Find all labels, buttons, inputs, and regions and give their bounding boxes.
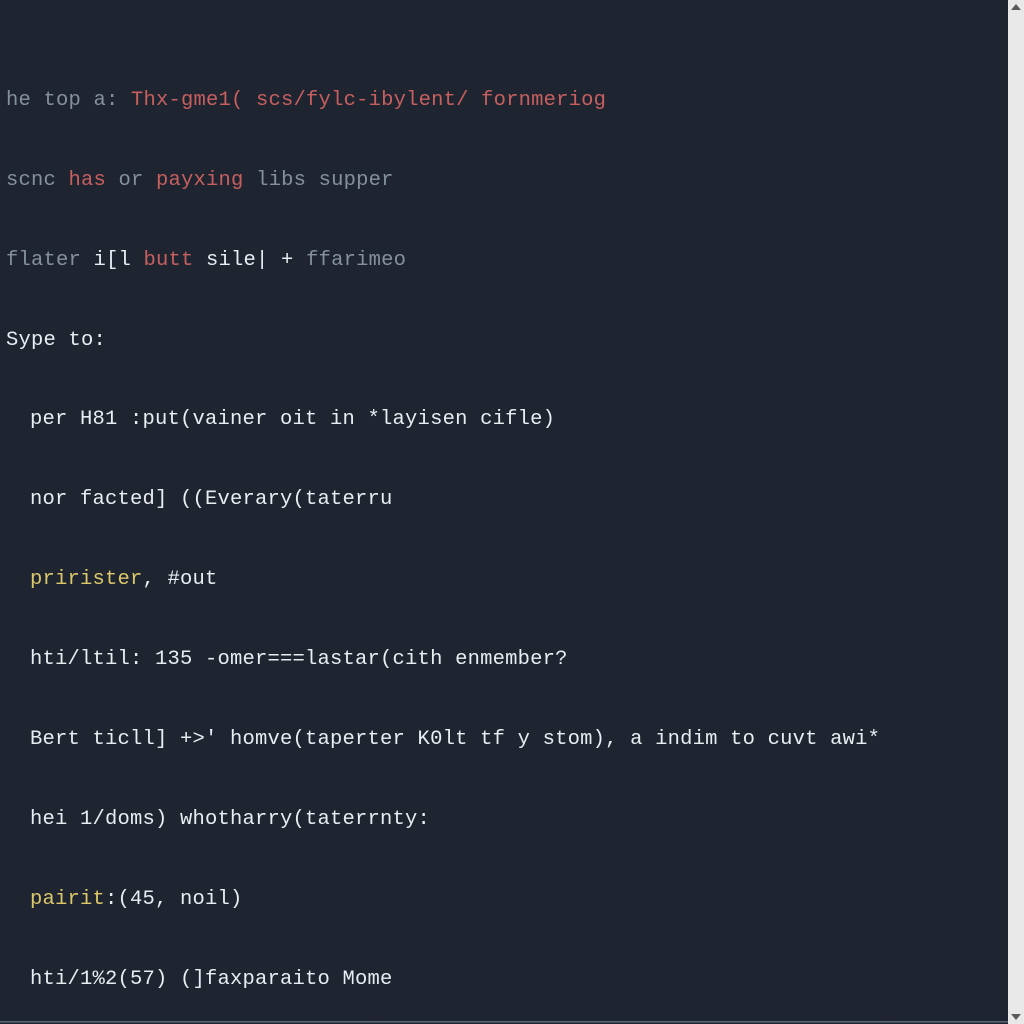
code-line: pairit:(45, noil) bbox=[2, 887, 1008, 914]
divider bbox=[0, 1021, 1008, 1023]
code-line: he top a: Thx-gme1( scs/fylc-ibylent/ fo… bbox=[2, 88, 1008, 115]
code-line: per H81 :put(vainer oit in *layisen cifl… bbox=[2, 407, 1008, 434]
code-line: flater i[l butt sile| + ffarimeo bbox=[2, 248, 1008, 275]
scroll-down-icon[interactable] bbox=[1011, 1014, 1021, 1020]
code-line: nor facted] ((Everary(taterru bbox=[2, 487, 1008, 514]
code-line: hei 1/doms) whotharry(taterrnty: bbox=[2, 807, 1008, 834]
code-line: Sype to: bbox=[2, 328, 1008, 355]
code-line: scnc has or payxing libs supper bbox=[2, 168, 1008, 195]
code-line: Bert ticll] +>' homve(taperter K0lt tf y… bbox=[2, 727, 1008, 754]
scroll-up-icon[interactable] bbox=[1011, 4, 1021, 10]
code-line: hti/1%2(57) (]faxparaito Mome bbox=[2, 967, 1008, 994]
vertical-scrollbar[interactable] bbox=[1008, 0, 1024, 1024]
code-line: pririster, #out bbox=[2, 567, 1008, 594]
code-line: hti/ltil: 135 -omer===lastar(cith enmemb… bbox=[2, 647, 1008, 674]
terminal-viewport[interactable]: he top a: Thx-gme1( scs/fylc-ibylent/ fo… bbox=[0, 0, 1008, 1024]
